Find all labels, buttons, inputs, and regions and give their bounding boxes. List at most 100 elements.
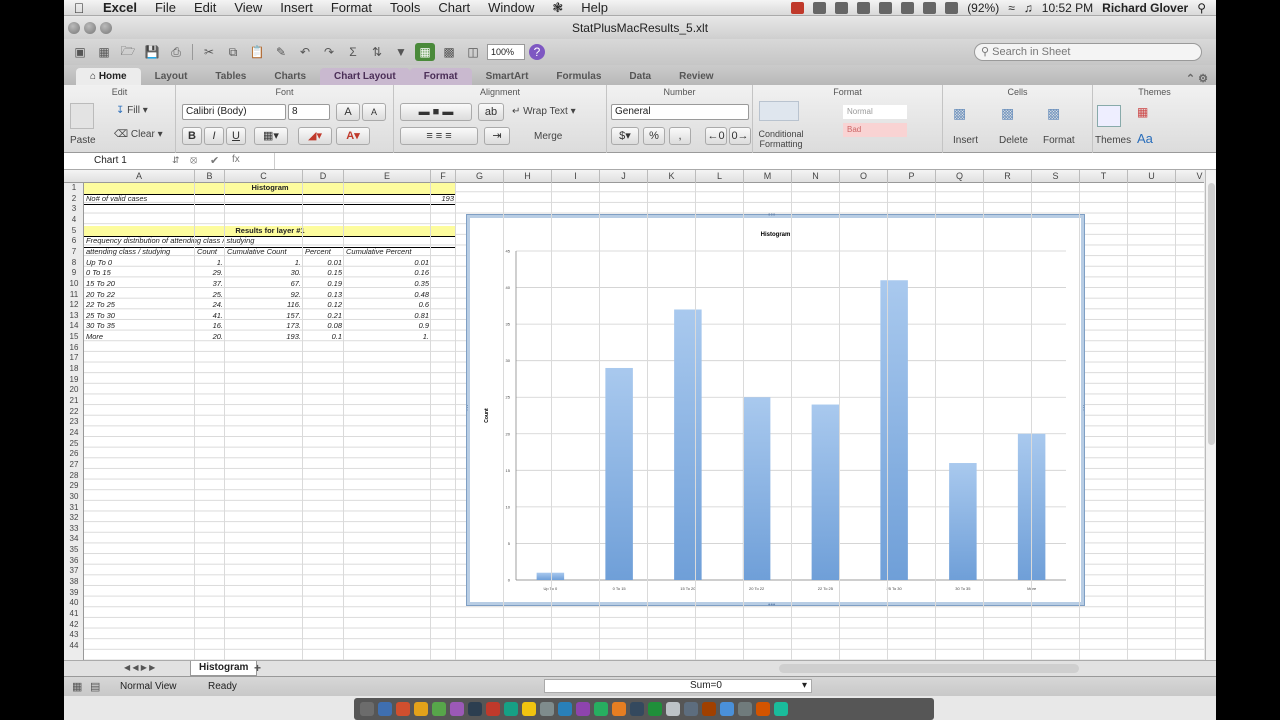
table-cell[interactable]: 25. — [197, 290, 223, 301]
page-layout-view-icon[interactable]: ▤ — [90, 680, 100, 693]
time-machine-icon[interactable] — [945, 1, 959, 14]
row-header[interactable]: 42 — [64, 620, 84, 631]
clear-button[interactable]: ⌫ Clear ▾ — [114, 129, 163, 140]
row-header[interactable]: 25 — [64, 439, 84, 450]
y-tick-label[interactable]: 25 — [506, 395, 511, 400]
print-icon[interactable]: ⎙ — [166, 43, 186, 61]
dock-app-icon[interactable] — [360, 702, 374, 716]
font-size-select[interactable]: 8 — [288, 104, 330, 120]
tab-data[interactable]: Data — [615, 68, 665, 85]
dock-app-icon[interactable] — [666, 702, 680, 716]
tray-icon[interactable] — [901, 1, 915, 14]
conditional-formatting-label[interactable]: Conditional Formatting — [753, 129, 809, 149]
dock-app-icon[interactable] — [684, 702, 698, 716]
row-header[interactable]: 1 — [64, 183, 84, 194]
menu-insert[interactable]: Insert — [271, 0, 322, 15]
row-header[interactable]: 18 — [64, 364, 84, 375]
row-header[interactable]: 6 — [64, 236, 84, 247]
column-header-d[interactable]: D — [303, 170, 344, 183]
row-header[interactable]: 5 — [64, 226, 84, 237]
cell-valid-label[interactable]: No# of valid cases — [86, 194, 193, 205]
column-header-g[interactable]: G — [456, 170, 504, 183]
row-header[interactable]: 4 — [64, 215, 84, 226]
volume-icon[interactable]: ♫ — [1024, 1, 1033, 15]
dock-app-icon[interactable] — [468, 702, 482, 716]
toolbox-icon[interactable]: ▩ — [439, 43, 459, 61]
dock-app-icon[interactable] — [504, 702, 518, 716]
paste-icon[interactable] — [70, 103, 94, 129]
save-icon[interactable]: 💾 — [142, 43, 162, 61]
paste-label[interactable]: Paste — [70, 135, 96, 146]
row-header[interactable]: 7 — [64, 247, 84, 258]
table-cell[interactable]: 116. — [227, 300, 301, 311]
histogram-bar[interactable] — [949, 463, 977, 580]
row-header[interactable]: 43 — [64, 630, 84, 641]
row-header[interactable]: 22 — [64, 407, 84, 418]
x-tick-label[interactable]: 15 To 20 — [680, 586, 696, 591]
font-color-icon[interactable]: A▾ — [336, 127, 370, 145]
table-cell[interactable]: 0.6 — [346, 300, 429, 311]
y-tick-label[interactable]: 35 — [506, 322, 511, 327]
row-header[interactable]: 23 — [64, 417, 84, 428]
style-bad[interactable]: Bad — [843, 123, 907, 137]
cancel-entry-icon[interactable]: ⦻ — [190, 154, 197, 167]
table-cell[interactable]: 0.48 — [346, 290, 429, 301]
zoom-window-icon[interactable] — [100, 22, 112, 34]
indent-icon[interactable]: ⇥ — [484, 127, 510, 145]
vertical-align-icon[interactable]: ▬ ■ ▬ — [400, 103, 472, 121]
tab-format[interactable]: Format — [409, 68, 472, 85]
name-box-stepper-icon[interactable]: ⇵ — [172, 155, 180, 166]
paste-icon[interactable]: 📋 — [247, 43, 267, 61]
decrease-decimal-icon[interactable]: 0→ — [729, 127, 751, 145]
table-cell[interactable]: 0.21 — [305, 311, 342, 322]
table-cell[interactable]: 0 To 15 — [86, 268, 193, 279]
row-header[interactable]: 10 — [64, 279, 84, 290]
italic-button[interactable]: I — [204, 127, 224, 145]
add-sheet-button[interactable]: + — [254, 661, 261, 675]
table-cell[interactable]: 16. — [197, 321, 223, 332]
row-header[interactable]: 17 — [64, 353, 84, 364]
scroll-thumb[interactable] — [1208, 183, 1215, 445]
horizontal-scrollbar[interactable] — [779, 664, 1079, 673]
chart-object[interactable]: HistogramCount051015202530354045Up To 00… — [464, 212, 1087, 609]
sum-indicator[interactable]: Sum=0 ▾ — [544, 679, 812, 693]
resize-handle-left-icon[interactable]: ⋮ — [464, 404, 471, 412]
y-tick-label[interactable]: 0 — [508, 578, 511, 583]
chart-title[interactable]: Histogram — [761, 232, 791, 238]
tab-tables[interactable]: Tables — [201, 68, 260, 85]
battery-status[interactable]: (92%) — [967, 1, 999, 15]
tab-layout[interactable]: Layout — [141, 68, 202, 85]
column-header-r[interactable]: R — [984, 170, 1032, 183]
normal-view-icon[interactable]: ▦ — [72, 680, 82, 693]
worksheet-grid[interactable]: ABCDEFGHIJKLMNOPQRSTUV 1 2 3 4 5 6 7 8 9 10 11 12 13… — [64, 170, 1204, 660]
y-tick-label[interactable]: 5 — [508, 541, 511, 546]
row-header[interactable]: 19 — [64, 375, 84, 386]
row-header[interactable]: 14 — [64, 321, 84, 332]
dock-app-icon[interactable] — [576, 702, 590, 716]
table-cell[interactable]: 1. — [227, 258, 301, 269]
menu-window[interactable]: Window — [479, 0, 543, 15]
histogram-bar[interactable] — [674, 309, 702, 580]
dock-app-icon[interactable] — [558, 702, 572, 716]
tab-home[interactable]: ⌂ Home — [76, 68, 141, 85]
row-header[interactable]: 29 — [64, 481, 84, 492]
table-cell[interactable]: 0.9 — [346, 321, 429, 332]
row-header[interactable]: 28 — [64, 471, 84, 482]
column-header-v[interactable]: V — [1176, 170, 1204, 183]
table-cell[interactable]: 0.01 — [305, 258, 342, 269]
resize-handle-top-icon[interactable]: ••• — [768, 212, 775, 219]
help-icon[interactable]: ? — [529, 44, 545, 60]
delete-cells-label[interactable]: Delete — [999, 135, 1028, 146]
themes-label[interactable]: Themes — [1095, 135, 1131, 146]
table-cell[interactable]: 22 To 25 — [86, 300, 193, 311]
table-cell[interactable]: 30 To 35 — [86, 321, 193, 332]
search-sheet-input[interactable]: ⚲ Search in Sheet — [974, 43, 1202, 61]
dock-app-icon[interactable] — [702, 702, 716, 716]
orientation-icon[interactable]: ab — [478, 103, 504, 121]
histogram-chart[interactable]: HistogramCount051015202530354045Up To 00… — [470, 218, 1081, 602]
cell-styles-gallery[interactable]: Normal Bad — [837, 101, 927, 145]
row-header[interactable]: 37 — [64, 566, 84, 577]
column-header-s[interactable]: S — [1032, 170, 1080, 183]
comma-icon[interactable]: , — [669, 127, 691, 145]
menu-tools[interactable]: Tools — [381, 0, 429, 15]
